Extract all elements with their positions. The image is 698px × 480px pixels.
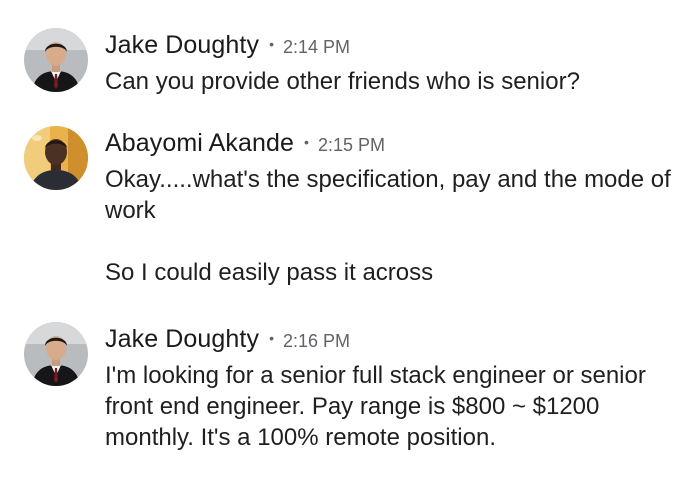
message-header: Abayomi Akande • 2:15 PM (105, 127, 385, 157)
message-paragraph: Can you provide other friends who is sen… (105, 68, 580, 95)
sender-name[interactable]: Jake Doughty (105, 325, 259, 353)
message-body: Can you provide other friends who is sen… (105, 66, 685, 97)
message-paragraph: Okay.....what's the specification, pay a… (105, 166, 671, 224)
message-paragraph: So I could easily pass it across (105, 259, 434, 286)
message-header: Jake Doughty • 2:14 PM (105, 29, 350, 59)
message-timestamp: 2:16 PM (282, 331, 351, 351)
message-body: I'm looking for a senior full stack engi… (105, 360, 685, 453)
sender-name[interactable]: Abayomi Akande (105, 129, 294, 157)
separator-dot: • (269, 36, 274, 52)
person-avatar-icon (24, 28, 88, 92)
message-header: Jake Doughty • 2:16 PM (105, 323, 350, 353)
message-paragraph: I'm looking for a senior full stack engi… (105, 362, 646, 451)
separator-dot: • (304, 134, 309, 150)
sender-name[interactable]: Jake Doughty (105, 31, 259, 59)
message-body: Okay.....what's the specification, pay a… (105, 164, 685, 288)
message-timestamp: 2:14 PM (282, 37, 351, 57)
sender-avatar[interactable] (24, 28, 88, 92)
message-timestamp: 2:15 PM (317, 135, 385, 155)
separator-dot: • (269, 330, 274, 346)
sender-avatar[interactable] (24, 322, 88, 386)
person-avatar-icon (24, 322, 88, 386)
person-avatar-icon (24, 126, 88, 190)
sender-avatar[interactable] (24, 126, 88, 190)
message-thread: Jake Doughty • 2:14 PM Can you provide oth… (0, 0, 698, 480)
